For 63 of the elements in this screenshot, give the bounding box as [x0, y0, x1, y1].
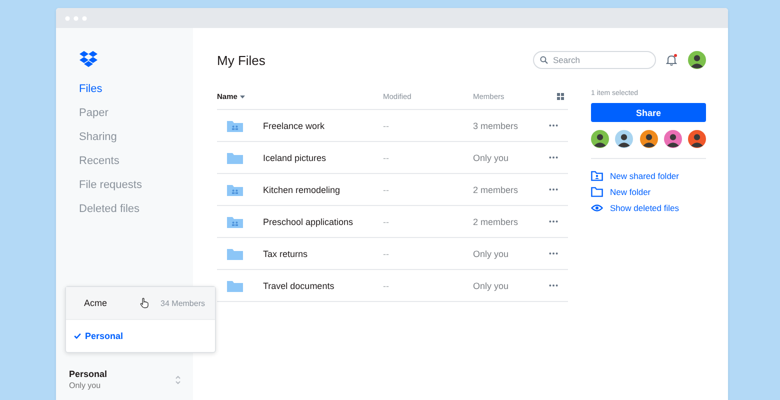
avatar[interactable]	[688, 51, 706, 69]
modified-cell-text: --	[383, 280, 390, 290]
share-button[interactable]: Share	[591, 103, 706, 122]
search-field[interactable]: Search	[533, 51, 656, 69]
member-count: 34 Members	[160, 298, 205, 308]
check-icon	[74, 333, 81, 339]
file-name[interactable]: Kitchen remodeling	[263, 184, 340, 194]
shared-folder-icon	[226, 118, 244, 133]
folder-icon	[591, 187, 603, 197]
members-cell-text: Only you	[473, 152, 510, 162]
more-icon[interactable]	[549, 156, 558, 159]
sort-caret-icon	[240, 95, 245, 99]
file-name[interactable]: Tax returns	[263, 248, 308, 258]
modified-cell-text: --	[383, 120, 390, 130]
folder-icon	[226, 246, 244, 261]
hand-pointer-icon	[140, 297, 149, 309]
modified-cell-text: --	[383, 152, 390, 162]
shared-folder-icon	[226, 182, 244, 197]
members-cell-text: Only you	[473, 248, 510, 258]
file-name[interactable]: Travel documents	[263, 280, 334, 290]
grid-view-icon[interactable]	[557, 93, 564, 100]
members-cell-text: 3 members	[473, 120, 520, 130]
account-name: Personal	[69, 369, 108, 379]
more-icon[interactable]	[549, 220, 558, 223]
action-link[interactable]: Show deleted files	[610, 203, 679, 213]
shared-folder-icon	[591, 171, 603, 181]
search-icon	[540, 56, 548, 64]
account-menu-item[interactable]: Acme 34 Members	[66, 287, 215, 320]
account-detail: Only you	[69, 381, 102, 390]
bell-icon[interactable]	[666, 54, 677, 66]
action-link[interactable]: New shared folder	[610, 171, 679, 181]
sidebar-item[interactable]: Deleted files	[79, 201, 140, 217]
sidebar-item[interactable]: Paper	[79, 105, 108, 121]
sidebar-item[interactable]: Files	[79, 81, 102, 97]
page-title: My Files	[217, 52, 266, 68]
more-icon[interactable]	[549, 124, 558, 127]
more-icon[interactable]	[549, 284, 558, 287]
sidebar-item[interactable]: File requests	[79, 177, 142, 193]
modified-cell-text: --	[383, 216, 390, 226]
avatar[interactable]	[688, 130, 706, 148]
account-menu-item[interactable]: Personal	[66, 320, 215, 352]
eye-icon	[591, 204, 603, 212]
file-name[interactable]: Preschool applications	[263, 216, 354, 226]
action-link[interactable]: New folder	[610, 187, 651, 197]
more-icon[interactable]	[549, 188, 558, 191]
modified-cell-text: --	[383, 184, 390, 194]
members-cell-text: Only you	[473, 280, 510, 290]
folder-icon	[226, 278, 244, 293]
sidebar-item[interactable]: Sharing	[79, 129, 117, 145]
file-name[interactable]: Freelance work	[263, 120, 325, 130]
members-cell-text: 2 members	[473, 184, 520, 194]
more-icon[interactable]	[549, 252, 558, 255]
avatar[interactable]	[640, 130, 658, 148]
logo-icon[interactable]	[79, 51, 98, 67]
folder-icon	[226, 150, 244, 165]
avatar[interactable]	[591, 130, 609, 148]
shared-folder-icon	[226, 214, 244, 229]
modified-cell-text: --	[383, 248, 390, 258]
avatar[interactable]	[615, 130, 634, 148]
avatar[interactable]	[664, 130, 682, 148]
sidebar-item[interactable]: Recents	[79, 153, 120, 169]
file-name[interactable]: Iceland pictures	[263, 152, 326, 162]
members-cell-text: 2 members	[473, 216, 520, 226]
